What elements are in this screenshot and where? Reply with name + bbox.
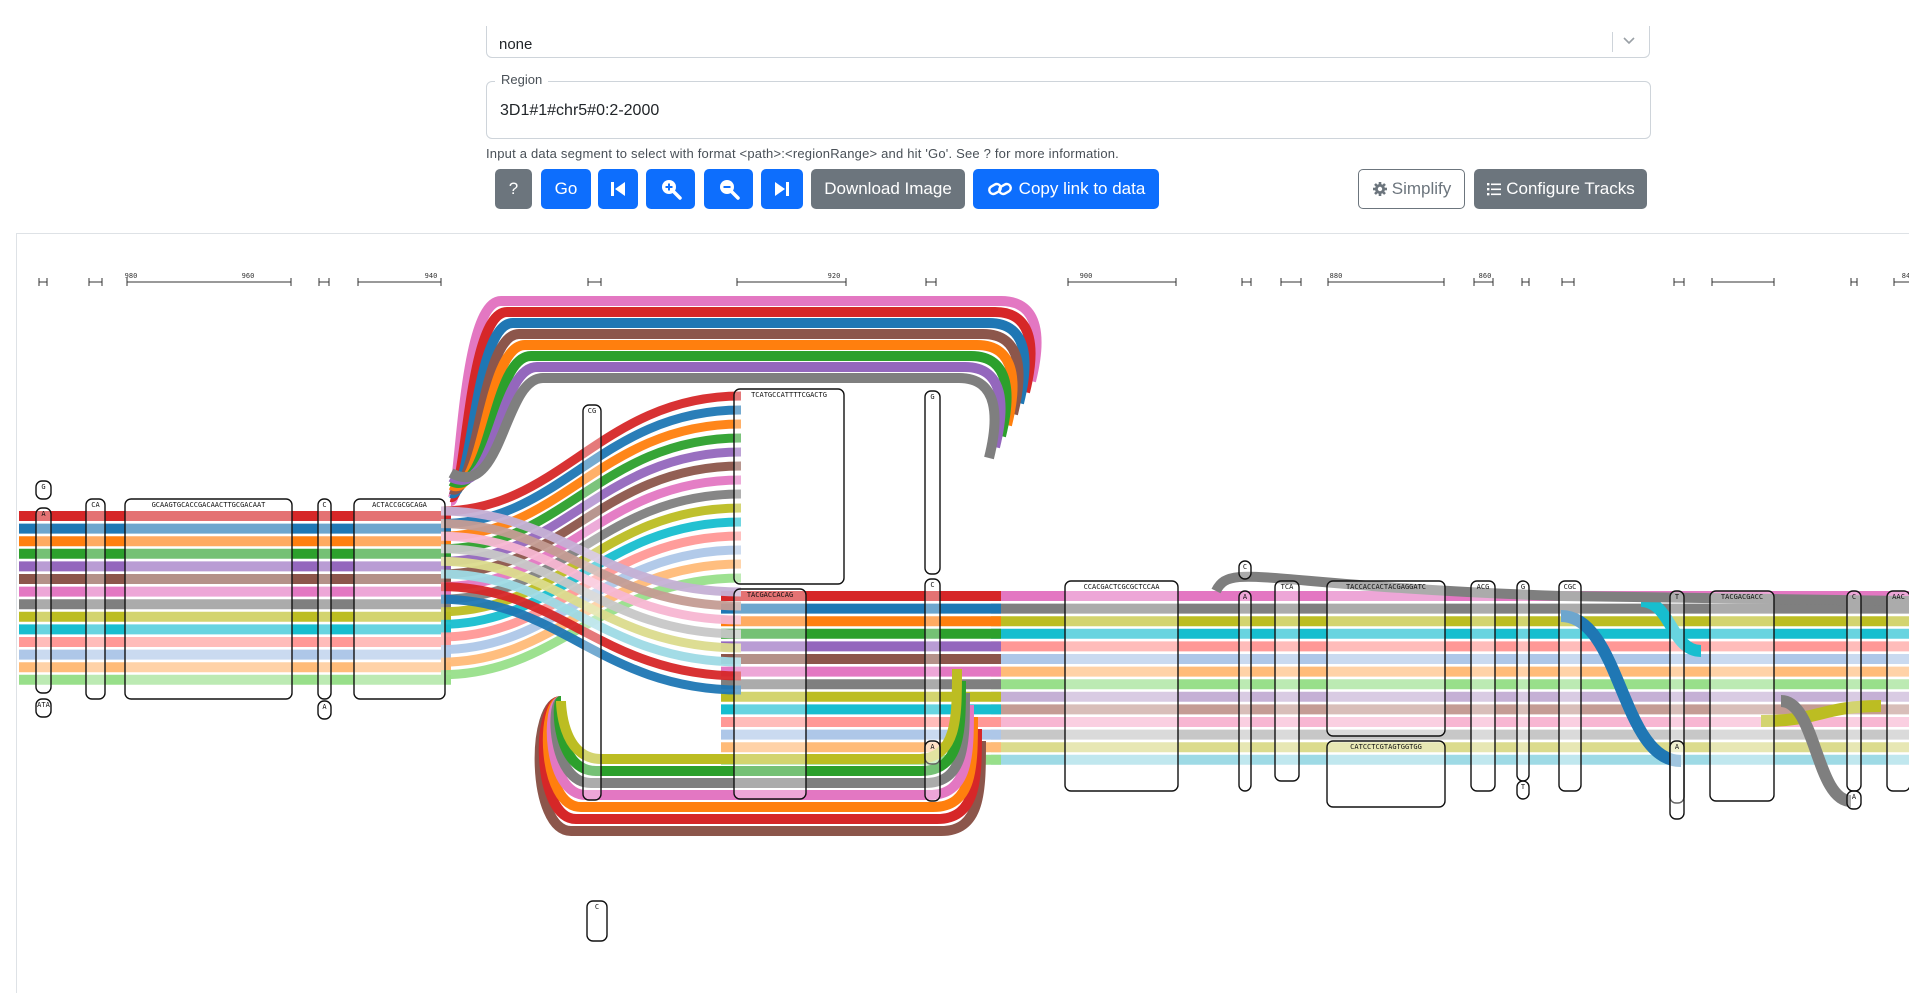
haplotype-select-value: none [499, 36, 533, 53]
graph-node [1274, 580, 1300, 782]
ruler-segment [1673, 278, 1685, 286]
graph-node [1238, 590, 1252, 792]
node-sequence-label: TCA [1281, 583, 1294, 591]
go-button[interactable]: Go [541, 169, 591, 209]
next-button[interactable] [761, 169, 803, 209]
ruler-label: 940 [425, 272, 438, 280]
copy-link-label: Copy link to data [1018, 179, 1146, 198]
node-sequence-label: CG [588, 407, 596, 415]
node-sequence-label: ACTACCGCGCAGA [372, 501, 428, 509]
ruler-segment [38, 278, 48, 286]
node-sequence-label: G [930, 393, 934, 401]
ruler-segment [587, 278, 602, 286]
node-sequence-label: C [322, 501, 326, 509]
gear-icon [1372, 182, 1387, 196]
ruler-label: 900 [1080, 272, 1093, 280]
graph-node [85, 498, 106, 700]
node-sequence-label: ACG [1477, 583, 1490, 591]
region-input[interactable] [486, 81, 1651, 139]
go-button-label: Go [554, 179, 578, 198]
download-image-label: Download Image [824, 179, 952, 198]
node-sequence-label: G [41, 483, 45, 491]
ruler-segment [1280, 278, 1302, 286]
graph-node [1846, 590, 1862, 792]
ruler-label: 860 [1479, 272, 1492, 280]
graph-node [1709, 590, 1775, 802]
node-sequence-label: C [930, 581, 934, 589]
node-sequence-label: AAC [1892, 593, 1905, 601]
node-sequence-label: GCAAGTGCACCGACAACTTGCGACAAT [152, 501, 267, 509]
graph-panel: 980 960 940 920 900 880 860 84 G A ATA CA GCAAGTGCAC… [16, 233, 1909, 993]
ruler-segment [1711, 278, 1775, 286]
ruler-segment [1521, 278, 1530, 286]
zoom-out-icon [719, 180, 740, 200]
skip-forward-icon [775, 182, 789, 196]
zoom-out-button[interactable] [704, 169, 753, 209]
node-sequence-label: TCATGCCATTTTCGACTG [751, 391, 827, 399]
list-icon [1487, 183, 1502, 196]
ruler-segment [318, 278, 330, 286]
node-sequence-label: C [595, 903, 599, 911]
graph-node [1326, 580, 1446, 737]
configure-tracks-button[interactable]: Configure Tracks [1474, 169, 1647, 209]
region-value[interactable]: 3D1#1#chr5#0:2-2000 [500, 102, 659, 120]
graph-node [317, 498, 332, 700]
simplify-label: Simplify [1391, 179, 1452, 198]
node-sequence-label: CATCCTCGTAGTGGTGG [1350, 743, 1422, 751]
node-sequence-label: TACCACCACTACGAGGATC [1346, 583, 1426, 591]
graph-node [582, 404, 602, 801]
skip-backward-icon [611, 182, 625, 196]
ruler-label: 980 [125, 272, 138, 280]
graph-node [1886, 590, 1909, 792]
region-label: Region [495, 72, 549, 87]
graph-node [733, 388, 845, 585]
node-sequence-label: CCACGACTCGCGCTCCAA [1084, 583, 1161, 591]
ruler-label: 880 [1330, 272, 1343, 280]
link-icon [987, 182, 1012, 196]
zoom-in-button[interactable] [646, 169, 695, 209]
node-sequence-label: TACGACCACAG [747, 591, 793, 599]
graph-node [924, 578, 941, 765]
copy-link-button[interactable]: Copy link to data [973, 169, 1159, 209]
download-image-button[interactable]: Download Image [811, 169, 965, 209]
simplify-button[interactable]: Simplify [1358, 169, 1465, 209]
graph-node [924, 390, 941, 575]
ruler-segment [1241, 278, 1252, 286]
node-sequence-label: TACGACGACC [1721, 593, 1763, 601]
select-separator [1612, 32, 1613, 52]
node-sequence-label: C [1852, 593, 1856, 601]
chevron-down-icon[interactable] [1619, 30, 1639, 50]
region-help-text: Input a data segment to select with form… [486, 146, 1119, 161]
previous-button[interactable] [598, 169, 638, 209]
graph-node [733, 588, 807, 800]
ruler-label: 920 [828, 272, 841, 280]
graph-node [1470, 580, 1496, 792]
ruler-segment [1850, 278, 1858, 286]
help-button[interactable]: ? [495, 169, 532, 209]
ruler-segment [925, 278, 937, 286]
ruler-label: 960 [242, 272, 255, 280]
node-sequence-label: CA [91, 501, 100, 509]
node-sequence-label: ATA [37, 701, 50, 709]
node-sequence-label: C [1243, 563, 1247, 571]
ruler-segment [1561, 278, 1575, 286]
pangenome-graph[interactable]: 980 960 940 920 900 880 860 84GAATACA GCAAGTGCAC… [17, 234, 1909, 984]
help-button-label: ? [508, 179, 519, 198]
graph-node [1669, 740, 1685, 820]
haplotype-select[interactable]: none [486, 26, 1650, 58]
graph-node [124, 498, 293, 700]
zoom-in-icon [661, 180, 682, 200]
ruler-segment [1327, 278, 1445, 286]
graph-node [1064, 580, 1179, 792]
node-sequence-label: G [1521, 583, 1525, 591]
ruler-segment [126, 278, 292, 286]
graph-node [1558, 580, 1582, 792]
ruler-segment [88, 278, 103, 286]
graph-node [35, 507, 52, 694]
ruler-label: 84 [1902, 272, 1909, 280]
graph-node [1516, 580, 1530, 782]
configure-tracks-label: Configure Tracks [1506, 179, 1635, 198]
graph-node [353, 498, 446, 700]
node-sequence-label: CGC [1564, 583, 1577, 591]
